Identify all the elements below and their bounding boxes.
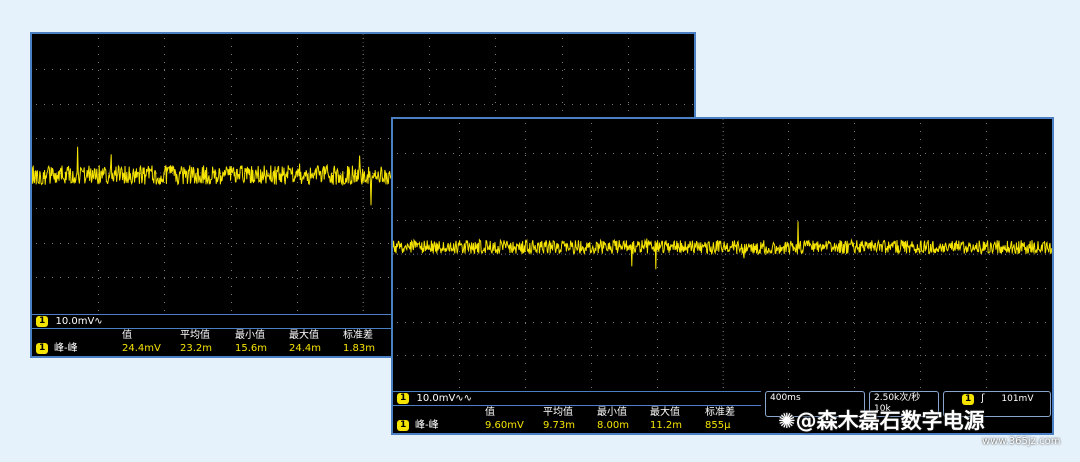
trigger-badge: 1 [962,394,975,405]
weibo-logo-icon: ✺ [778,409,796,433]
meas-header-min: 最小值 [235,330,265,341]
meas-mean: 9.73m [543,420,576,431]
channel-scale-bar[interactable]: 1 10.0mV∿∿ [393,391,761,405]
channel-scale: 10.0mV∿∿ [416,393,473,404]
meas-header-mean: 平均值 [543,407,573,418]
trigger-level: 101mV [1001,394,1034,404]
site-url: www.365jz.com [982,436,1061,447]
meas-header-min: 最小值 [597,407,627,418]
meas-header-max: 最大值 [289,330,319,341]
sample-rate-value: 2.50k次/秒 [874,393,921,403]
meas-max: 11.2m [650,420,683,431]
meas-badge: 1 [397,420,410,431]
meas-header-mean: 平均值 [180,330,210,341]
meas-label: 峰-峰 [54,343,78,354]
meas-header-stddev: 标准差 [705,407,735,418]
meas-stddev: 1.83m [343,343,376,354]
meas-mean: 23.2m [180,343,213,354]
meas-max: 24.4m [289,343,322,354]
measurement-panel[interactable]: 值 平均值 最小值 最大值 标准差 1 峰-峰 9.60mV 9.73m 8.0… [393,405,761,433]
timebase-value: 400ms [770,393,801,403]
channel-scale: 10.0mV∿ [55,316,103,327]
watermark-text: ✺@森木磊石数字电源 [778,409,985,433]
rising-edge-icon: ʃ [981,393,985,404]
channel-badge: 1 [397,393,410,404]
channel-badge: 1 [36,316,49,327]
meas-header-value: 值 [122,330,132,341]
meas-header-stddev: 标准差 [343,330,373,341]
meas-min: 15.6m [235,343,268,354]
meas-min: 8.00m [597,420,630,431]
meas-badge: 1 [36,343,49,354]
oscilloscope-screen-front: 1 10.0mV∿∿ 值 平均值 最小值 最大值 标准差 1 峰-峰 9.60m… [391,117,1054,435]
meas-header-max: 最大值 [650,407,680,418]
meas-stddev: 855μ [705,420,731,431]
meas-value: 24.4mV [122,343,161,354]
meas-header-value: 值 [485,407,495,418]
meas-value: 9.60mV [485,420,524,431]
waveform-trace [393,221,1052,270]
waveform-path [393,221,1052,270]
meas-label: 峰-峰 [415,420,439,431]
